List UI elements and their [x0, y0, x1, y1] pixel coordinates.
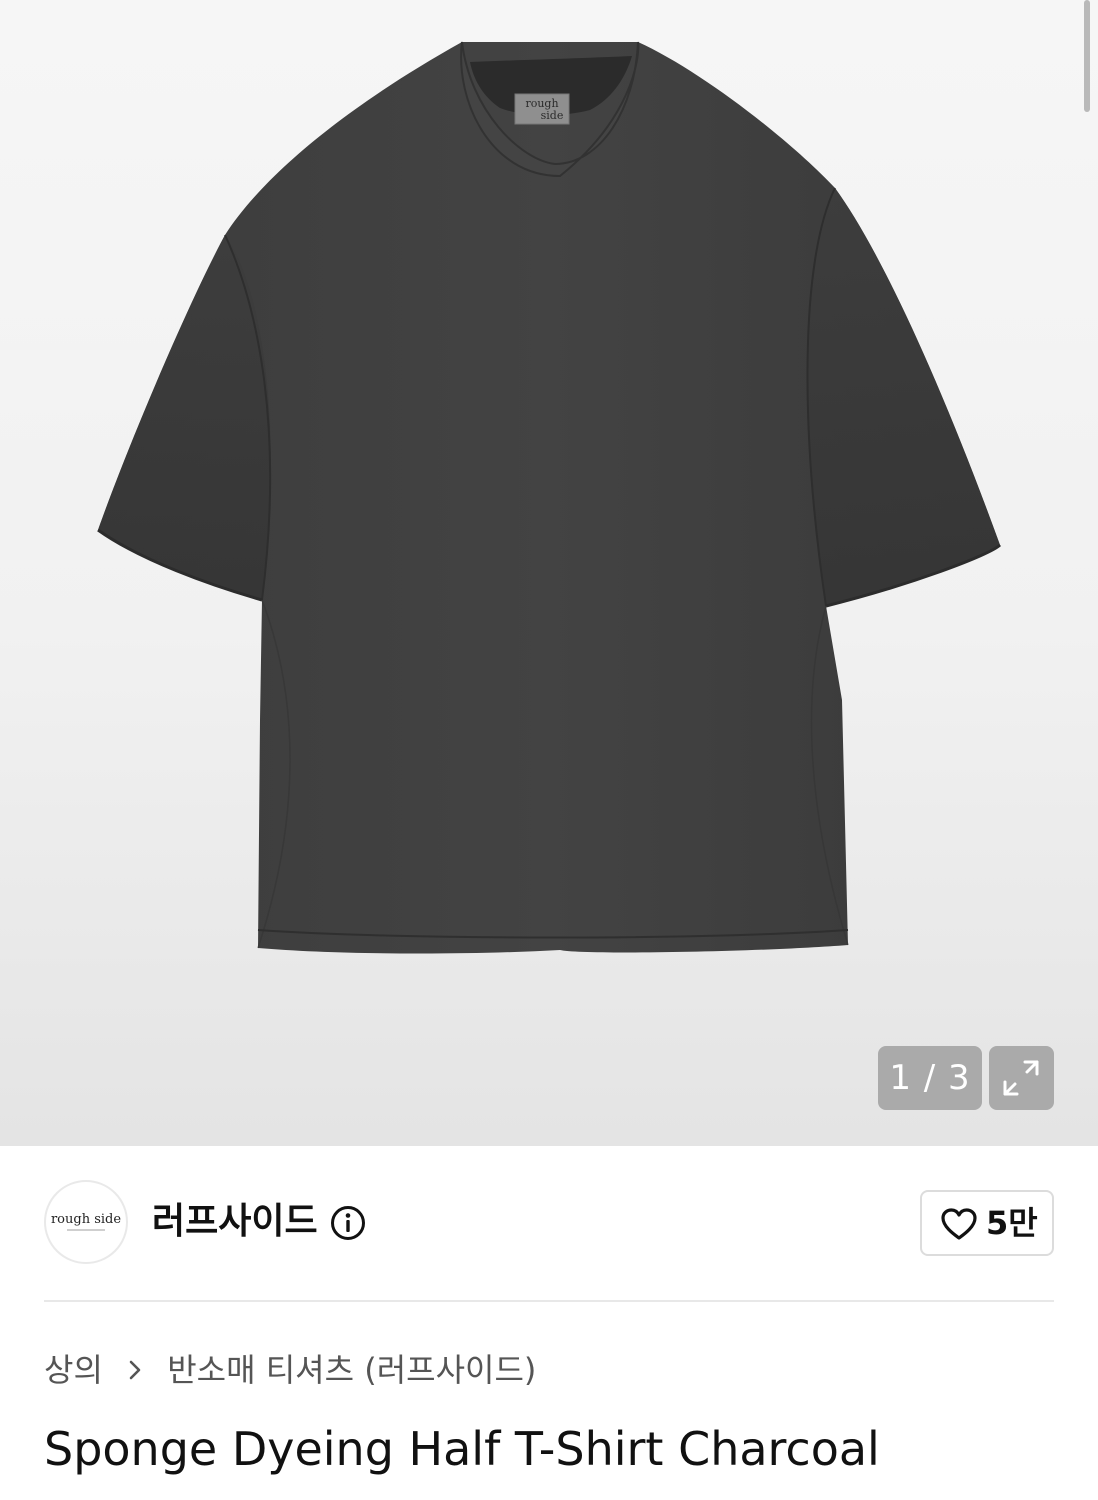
- product-image-gallery[interactable]: rough side 1 / 3: [0, 0, 1098, 1146]
- brand-logo-underline: [67, 1229, 105, 1231]
- product-image: rough side: [97, 41, 1002, 954]
- like-button[interactable]: 5만: [920, 1190, 1054, 1256]
- image-counter: 1 / 3: [878, 1046, 982, 1110]
- heart-icon: [941, 1208, 977, 1240]
- product-title: Sponge Dyeing Half T-Shirt Charcoal: [44, 1422, 880, 1476]
- brand-name-link[interactable]: 러프사이드: [152, 1198, 318, 1246]
- neck-label-line2: side: [541, 109, 564, 122]
- info-circle-icon[interactable]: [330, 1205, 366, 1241]
- breadcrumb-category[interactable]: 상의: [44, 1351, 103, 1389]
- chevron-right-icon: [129, 1360, 141, 1380]
- expand-image-button[interactable]: [989, 1046, 1054, 1110]
- breadcrumb-subcategory[interactable]: 반소매 티셔츠 (러프사이드): [167, 1351, 536, 1389]
- scrollbar[interactable]: [1084, 0, 1090, 112]
- brand-logo-avatar[interactable]: rough side: [44, 1180, 128, 1264]
- right-sleeve: [807, 188, 1000, 606]
- like-count: 5만: [986, 1204, 1038, 1242]
- section-divider: [44, 1300, 1054, 1302]
- brand-logo-text: rough side: [50, 1212, 122, 1227]
- breadcrumb: 상의 반소매 티셔츠 (러프사이드): [44, 1344, 536, 1392]
- expand-arrows-icon: [1003, 1060, 1039, 1096]
- product-detail-page: rough side 1 / 3 rough side 러프사이드 5만 상의 …: [0, 0, 1098, 1500]
